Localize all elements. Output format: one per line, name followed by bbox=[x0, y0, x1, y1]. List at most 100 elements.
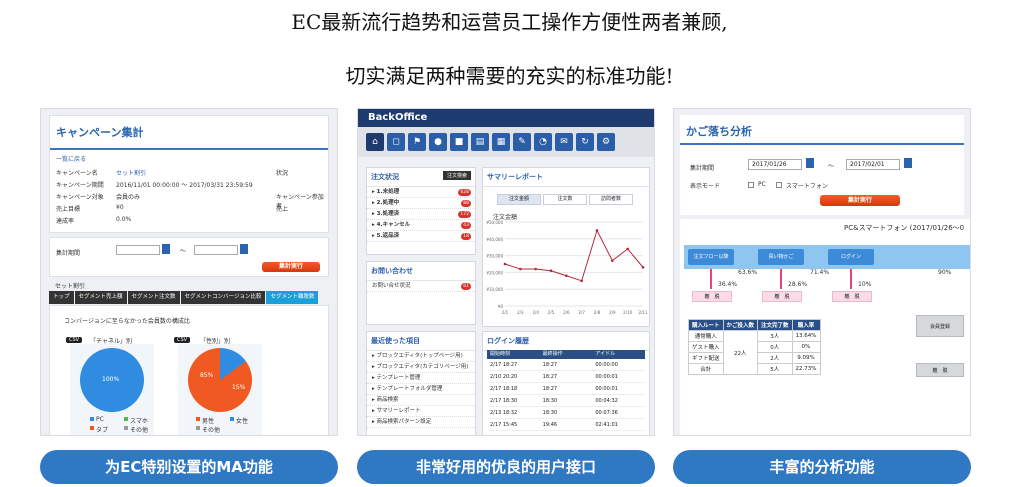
segment-tab[interactable]: セグメント注文数 bbox=[127, 291, 180, 304]
drop-arrow bbox=[710, 269, 712, 289]
x-tick-label: 2/10 bbox=[623, 310, 632, 315]
table-cell: 18:30 bbox=[542, 398, 558, 404]
date-from-input[interactable]: 2017/01/26 bbox=[748, 159, 802, 170]
recent-item[interactable]: ▸ テンプレートフォルダ管理 bbox=[367, 384, 475, 395]
table-cell: 18:27 bbox=[542, 386, 558, 392]
period-label: 集計期間 bbox=[56, 250, 81, 257]
toolbar-icon[interactable]: ▦ bbox=[492, 133, 510, 151]
recent-item[interactable]: ▸ 商品検索パターン設定 bbox=[367, 417, 475, 428]
toolbar-icon[interactable]: ✎ bbox=[513, 133, 531, 151]
calendar-icon[interactable] bbox=[240, 244, 248, 254]
calendar-icon[interactable] bbox=[806, 158, 814, 168]
field-value: 会員のみ bbox=[116, 194, 141, 201]
csv-button[interactable]: CSV bbox=[66, 337, 83, 343]
date-to-input[interactable]: 2017/02/01 bbox=[846, 159, 900, 170]
field-key: 達成率 bbox=[56, 218, 75, 225]
table-cell: 2/13 18:32 bbox=[490, 410, 518, 416]
y-tick-label: ¥20,000 bbox=[486, 270, 503, 275]
report-tab[interactable]: 注文金額 bbox=[497, 194, 541, 205]
order-status-row[interactable]: ▸ 5.返品済 18 bbox=[367, 231, 475, 242]
backoffice-screenshot: BackOffice 注文状況 注文検索 ▸ 1.未処理 628 ▸ 2.処理中 88… bbox=[357, 108, 655, 436]
pc-checkbox[interactable] bbox=[748, 182, 754, 188]
legend-swatch bbox=[230, 417, 234, 421]
cart-title: かご落ち分析 bbox=[686, 125, 752, 138]
segment-tab[interactable]: セグメントコンバージョン比較 bbox=[180, 291, 266, 304]
cart-chart-title: PC&スマートフォン (2017/01/26〜0 bbox=[844, 224, 965, 232]
ma-function-button[interactable]: 为EC特别设置的MA功能 bbox=[40, 450, 338, 484]
table-cell: 00:04:32 bbox=[595, 398, 618, 404]
user-interface-button[interactable]: 非常好用的优良的用户接口 bbox=[357, 450, 655, 484]
toolbar-icon[interactable]: ⚑ bbox=[408, 133, 426, 151]
calendar-icon[interactable] bbox=[904, 158, 912, 168]
recent-item[interactable]: ▸ 商品検索 bbox=[367, 395, 475, 406]
legend-label: スマホ bbox=[130, 418, 148, 425]
analysis-function-button[interactable]: 丰富的分析功能 bbox=[673, 450, 971, 484]
toolbar-icon[interactable]: ↻ bbox=[576, 133, 594, 151]
x-tick-label: 2/4 bbox=[532, 310, 539, 315]
segment-tab[interactable]: セグメント離脱数 bbox=[266, 291, 319, 304]
order-status-row[interactable]: ▸ 2.処理中 88 bbox=[367, 198, 475, 209]
back-link[interactable]: 一覧に戻る bbox=[56, 154, 86, 163]
recent-item[interactable]: ▸ テンプレート管理 bbox=[367, 373, 475, 384]
x-tick-label: 2/6 bbox=[563, 310, 570, 315]
table-cell: 19:46 bbox=[542, 422, 558, 428]
drop-pct: 28.6% bbox=[788, 281, 808, 288]
table-cell: 00:00:00 bbox=[595, 362, 618, 368]
table-header: 購入ルート bbox=[688, 319, 724, 331]
toolbar-icon[interactable]: ◔ bbox=[534, 133, 552, 151]
flow-pct: 90% bbox=[938, 269, 952, 276]
run-button[interactable]: 集計実行 bbox=[820, 195, 900, 206]
inquiry-item[interactable]: お問い合せ状況 61 bbox=[367, 281, 475, 292]
login-col-header: 最終操作 bbox=[542, 351, 563, 357]
table-cell: 02:41:01 bbox=[595, 422, 618, 428]
member-register-button[interactable]: 会員登録 bbox=[916, 315, 964, 337]
field-value: 0.0% bbox=[116, 216, 132, 223]
csv-button[interactable]: CSV bbox=[174, 337, 191, 343]
report-tab[interactable]: 注文数 bbox=[543, 194, 587, 205]
drop-pct: 36.4% bbox=[718, 281, 738, 288]
recent-item[interactable]: ▸ ブロックエディタ(トップページ用) bbox=[367, 351, 475, 362]
legend-label: その他 bbox=[130, 427, 149, 434]
field-value: ¥0 bbox=[116, 204, 124, 211]
report-tab[interactable]: 訪問者数 bbox=[589, 194, 633, 205]
login-history-box: ログイン履歴 開始時刻 最終操作 アイドル 2/17 18:27 18:27 00:00… bbox=[482, 331, 650, 435]
legend-label: 男性 bbox=[202, 418, 215, 425]
sp-checkbox[interactable] bbox=[776, 182, 782, 188]
table-cell: 9.09% bbox=[791, 352, 821, 364]
toolbar-icon[interactable]: ▤ bbox=[471, 133, 489, 151]
legend-swatch bbox=[124, 417, 128, 421]
leave-button[interactable]: 離 脱 bbox=[916, 363, 964, 377]
campaign-card: キャンペーン集計 一覧に戻る キャンペーン名 セット割引 キャンペーン期間 2016/… bbox=[49, 115, 329, 233]
recent-item[interactable]: ▸ ブロックエディタ(カテゴリページ用) bbox=[367, 362, 475, 373]
segment-tab[interactable]: トップ bbox=[49, 291, 74, 304]
run-button[interactable]: 集計実行 bbox=[262, 262, 320, 272]
data-point bbox=[565, 274, 568, 278]
segment-tab[interactable]: セグメント売上額 bbox=[74, 291, 127, 304]
order-search-button[interactable]: 注文検索 bbox=[442, 171, 471, 180]
table-cell: ゲスト購入 bbox=[688, 341, 724, 353]
order-status-row[interactable]: ▸ 1.未処理 628 bbox=[367, 187, 475, 198]
headline-line2: 切实满足两种需要的充实的标准功能! bbox=[345, 64, 674, 88]
data-point bbox=[580, 279, 583, 283]
toolbar-icon[interactable]: ⌂ bbox=[366, 133, 384, 151]
legend-swatch bbox=[196, 426, 200, 430]
calendar-icon[interactable] bbox=[162, 244, 170, 254]
order-status-row[interactable]: ▸ 3.処理済 172 bbox=[367, 209, 475, 220]
summary-report-box: サマリーレポート 注文金額 注文数 訪問者数 注文金額 ¥0 ¥10,000 ¥20,0… bbox=[482, 167, 650, 327]
data-point bbox=[626, 247, 629, 251]
date-from-input[interactable] bbox=[116, 245, 160, 255]
cart-header-card: かご落ち分析 集計期間 2017/01/26 〜 2017/02/01 表示モー… bbox=[680, 115, 964, 215]
recent-item[interactable]: ▸ サマリーレポート bbox=[367, 406, 475, 417]
order-status-row[interactable]: ▸ 4.キャンセル 43 bbox=[367, 220, 475, 231]
toolbar-icon[interactable]: ⚙ bbox=[597, 133, 615, 151]
toolbar-icon[interactable]: ✉ bbox=[555, 133, 573, 151]
date-to-input[interactable] bbox=[194, 245, 238, 255]
y-tick-label: ¥30,000 bbox=[486, 254, 503, 259]
table-row: 2/17 18:27 18:27 00:00:00 bbox=[487, 359, 645, 371]
table-row: 2/17 18:30 18:30 00:04:32 bbox=[487, 395, 645, 407]
order-status-label: ▸ 1.未処理 bbox=[372, 189, 400, 195]
top-bar: BackOffice bbox=[358, 109, 654, 127]
toolbar-icon[interactable]: ● bbox=[429, 133, 447, 151]
toolbar-icon[interactable]: ■ bbox=[450, 133, 468, 151]
toolbar-icon[interactable]: ◻ bbox=[387, 133, 405, 151]
